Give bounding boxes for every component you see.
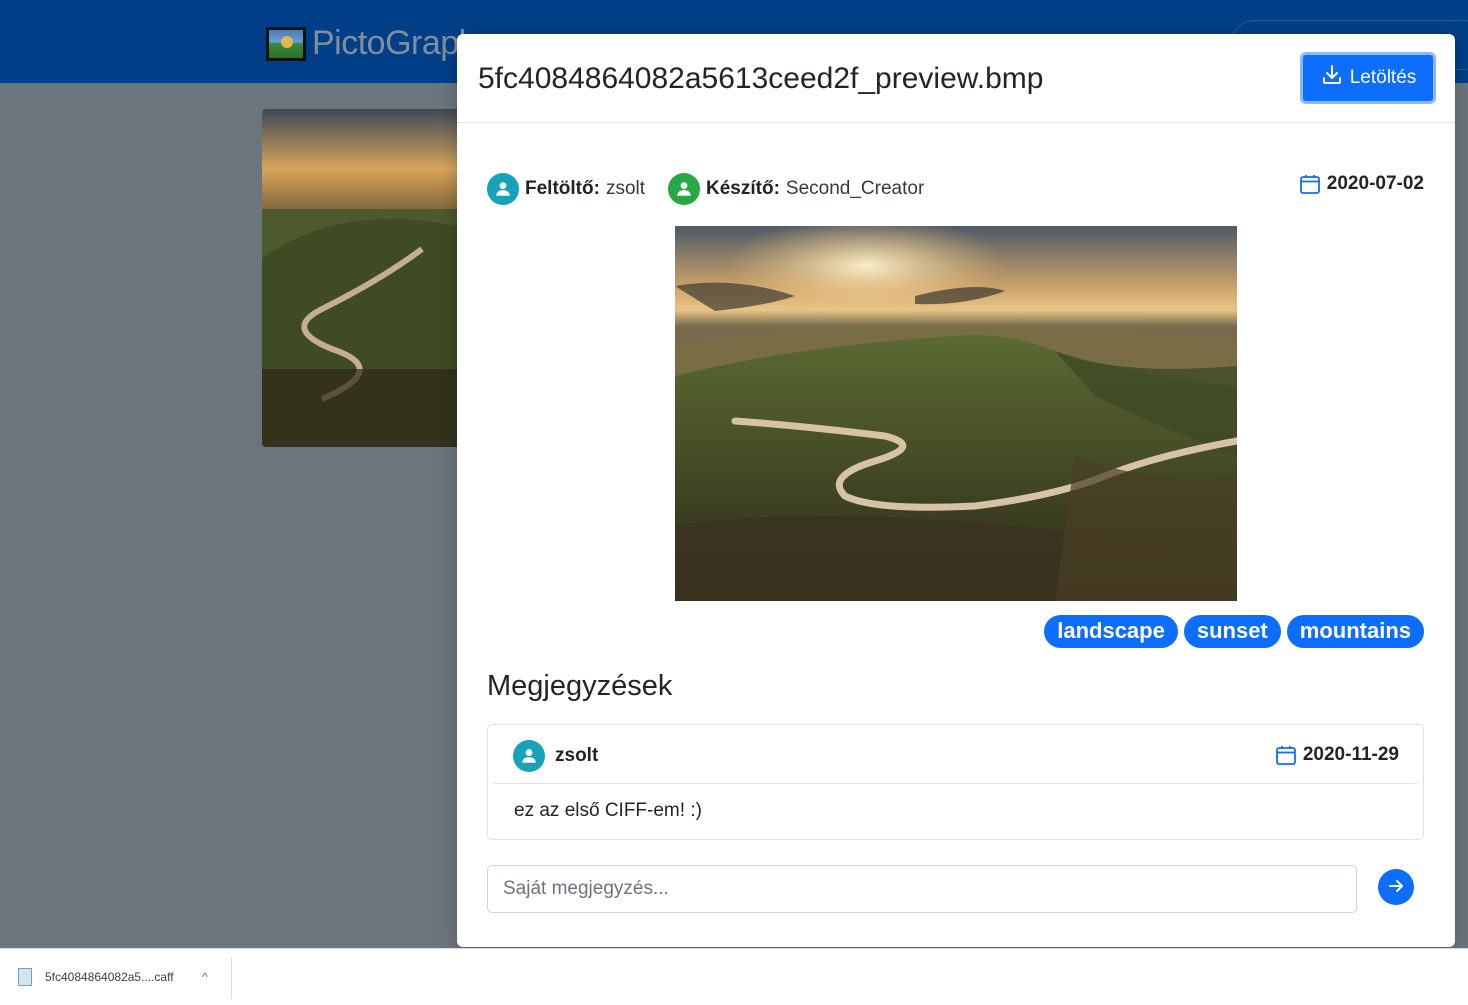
- downloaded-file-name: 5fc4084864082a5....caff: [45, 970, 174, 984]
- send-comment-button[interactable]: [1378, 869, 1414, 905]
- calendar-icon: [1299, 173, 1321, 195]
- user-icon: [487, 173, 519, 205]
- comment-card: zsolt 2020-11-29 ez az első CIFF-em! :): [487, 724, 1424, 840]
- creator-info: Készítő: Second_Creator: [668, 173, 924, 205]
- comment-text: ez az első CIFF-em! :): [514, 800, 702, 821]
- file-icon: [18, 968, 32, 986]
- download-button[interactable]: Letöltés: [1300, 52, 1436, 104]
- creator-label: Készítő:: [706, 178, 780, 199]
- modal-title: 5fc4084864082a5613ceed2f_preview.bmp: [478, 62, 1044, 95]
- arrow-right-icon: [1386, 876, 1406, 899]
- uploader-label: Feltöltő:: [525, 178, 600, 199]
- uploader-value: zsolt: [605, 178, 646, 199]
- download-label: Letöltés: [1349, 67, 1417, 88]
- preview-image: [675, 226, 1237, 601]
- tag-landscape[interactable]: landscape: [1044, 615, 1178, 648]
- comments-title: Megjegyzések: [487, 670, 673, 702]
- comment-date-value: 2020-11-29: [1302, 744, 1399, 765]
- comment-author: zsolt: [513, 740, 598, 772]
- image-meta: Feltöltő: zsolt Készítő: Second_Creator …: [487, 173, 1424, 207]
- comment-author-name: zsolt: [555, 745, 599, 766]
- brand[interactable]: PictoGraph: [266, 24, 478, 63]
- brand-logo-icon: [266, 26, 306, 61]
- image-detail-modal: 5fc4084864082a5613ceed2f_preview.bmp Let…: [457, 34, 1455, 947]
- uploader-info: Feltöltő: zsolt: [487, 173, 645, 205]
- image-date-value: 2020-07-02: [1326, 173, 1424, 194]
- creator-value: Second_Creator: [785, 178, 925, 199]
- chevron-up-icon[interactable]: ^: [202, 970, 208, 984]
- comment-input[interactable]: [487, 865, 1357, 913]
- comment-header: zsolt 2020-11-29: [494, 725, 1417, 784]
- download-icon: [1320, 63, 1344, 93]
- tag-mountains[interactable]: mountains: [1286, 615, 1424, 648]
- downloaded-file[interactable]: 5fc4084864082a5....caff ^: [0, 957, 232, 999]
- image-date: 2020-07-02: [1299, 173, 1424, 195]
- modal-header: 5fc4084864082a5613ceed2f_preview.bmp Let…: [457, 34, 1455, 123]
- user-icon: [513, 740, 545, 772]
- user-icon: [668, 173, 700, 205]
- download-shelf: 5fc4084864082a5....caff ^: [0, 948, 1468, 1005]
- gallery-card-image[interactable]: [262, 109, 472, 447]
- calendar-icon: [1275, 744, 1297, 766]
- comment-date: 2020-11-29: [1275, 744, 1399, 766]
- tag-sunset[interactable]: sunset: [1183, 615, 1281, 648]
- tag-list: landscape sunset mountains: [1044, 615, 1424, 648]
- brand-name: PictoGraph: [312, 24, 478, 62]
